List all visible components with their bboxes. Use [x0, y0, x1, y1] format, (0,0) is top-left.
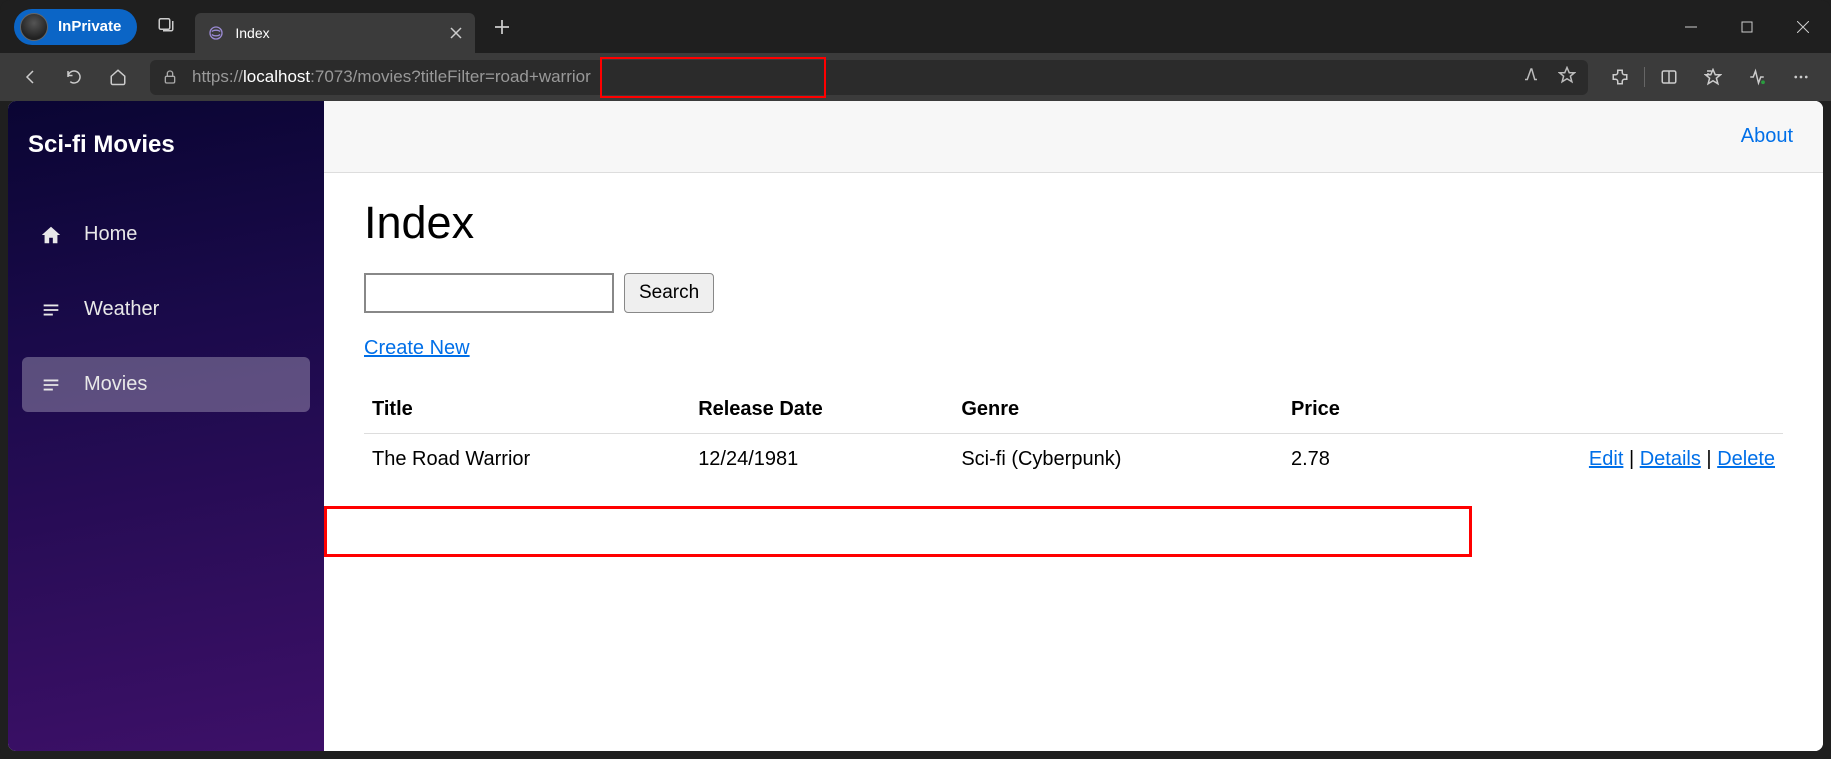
sidebar-item-home[interactable]: Home: [22, 207, 310, 262]
refresh-button[interactable]: [54, 57, 94, 97]
sidebar-item-label: Movies: [84, 373, 147, 396]
read-aloud-icon[interactable]: [1522, 66, 1540, 89]
title-bar: InPrivate Index: [0, 0, 1831, 53]
url-text: https://localhost:7073/movies?titleFilte…: [192, 67, 591, 87]
page-heading: Index: [364, 197, 1783, 249]
search-button[interactable]: Search: [624, 273, 714, 313]
inprivate-label: InPrivate: [58, 18, 121, 35]
performance-icon[interactable]: [1737, 57, 1777, 97]
browser-window: InPrivate Index: [0, 0, 1831, 759]
sidebar-nav: Home Weather Movies: [8, 189, 324, 430]
lock-icon[interactable]: [162, 69, 178, 85]
list-icon: [40, 374, 62, 396]
home-icon: [40, 224, 62, 246]
tab-favicon-icon: [207, 24, 225, 42]
back-button[interactable]: [10, 57, 50, 97]
favorites-icon[interactable]: [1693, 57, 1733, 97]
about-link[interactable]: About: [1741, 125, 1793, 148]
sidebar-item-movies[interactable]: Movies: [22, 357, 310, 412]
extensions-icon[interactable]: [1600, 57, 1640, 97]
sidebar-item-label: Weather: [84, 298, 159, 321]
sidebar-brand[interactable]: Sci-fi Movies: [8, 101, 324, 189]
top-row: About: [324, 101, 1823, 173]
sidebar: Sci-fi Movies Home Weather Movies: [8, 101, 324, 751]
cell-actions: Edit | Details | Delete: [1405, 434, 1783, 486]
col-title: Title: [364, 386, 690, 434]
address-bar: https://localhost:7073/movies?titleFilte…: [0, 53, 1831, 101]
window-controls: [1663, 7, 1831, 47]
close-window-button[interactable]: [1775, 7, 1831, 47]
home-button[interactable]: [98, 57, 138, 97]
minimize-button[interactable]: [1663, 7, 1719, 47]
list-icon: [40, 299, 62, 321]
table-row: The Road Warrior 12/24/1981 Sci-fi (Cybe…: [364, 434, 1783, 486]
edit-link[interactable]: Edit: [1589, 448, 1623, 470]
more-menu-button[interactable]: [1781, 57, 1821, 97]
tab-close-button[interactable]: [447, 24, 465, 42]
tab-title: Index: [235, 25, 447, 41]
cell-release-date: 12/24/1981: [690, 434, 953, 486]
sidebar-item-label: Home: [84, 223, 137, 246]
content-shell: Sci-fi Movies Home Weather Movies About: [8, 101, 1823, 751]
cell-genre: Sci-fi (Cyberpunk): [953, 434, 1283, 486]
divider: [1644, 67, 1645, 87]
tab-actions-icon[interactable]: [157, 15, 175, 38]
sidebar-item-weather[interactable]: Weather: [22, 282, 310, 337]
cell-price: 2.78: [1283, 434, 1405, 486]
highlight-annotation: [600, 57, 826, 98]
col-release-date: Release Date: [690, 386, 953, 434]
table-header-row: Title Release Date Genre Price: [364, 386, 1783, 434]
main-content: About Index Search Create New Title Rele…: [324, 101, 1823, 751]
favorite-icon[interactable]: [1558, 66, 1576, 89]
movies-table: Title Release Date Genre Price The Road …: [364, 386, 1783, 485]
inprivate-badge[interactable]: InPrivate: [14, 9, 137, 45]
delete-link[interactable]: Delete: [1717, 448, 1775, 470]
create-new-link[interactable]: Create New: [364, 337, 470, 360]
search-form: Search: [364, 273, 1783, 313]
col-genre: Genre: [953, 386, 1283, 434]
browser-tab[interactable]: Index: [195, 13, 475, 53]
highlight-annotation: [324, 506, 1472, 557]
avatar-icon: [20, 13, 48, 41]
url-input[interactable]: https://localhost:7073/movies?titleFilte…: [150, 60, 1588, 95]
page-body: Index Search Create New Title Release Da…: [324, 173, 1823, 509]
title-filter-input[interactable]: [364, 273, 614, 313]
details-link[interactable]: Details: [1640, 448, 1701, 470]
col-price: Price: [1283, 386, 1405, 434]
cell-title: The Road Warrior: [364, 434, 690, 486]
split-screen-icon[interactable]: [1649, 57, 1689, 97]
maximize-button[interactable]: [1719, 7, 1775, 47]
new-tab-button[interactable]: [489, 14, 515, 40]
